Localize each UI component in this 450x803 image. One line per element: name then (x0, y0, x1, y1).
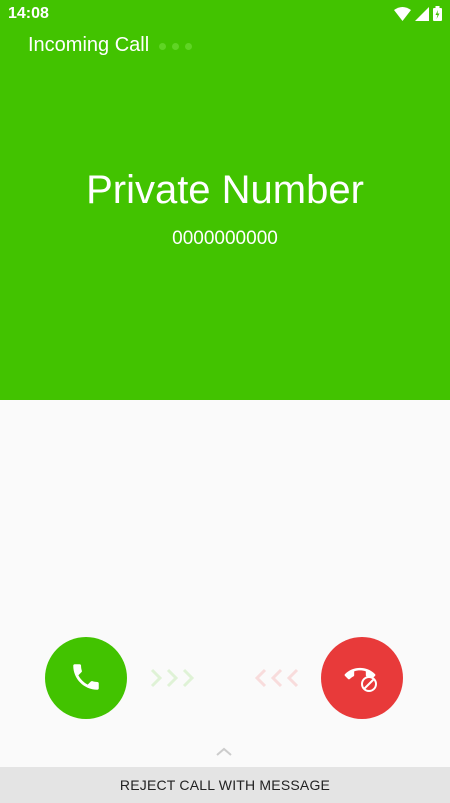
chevron-right-icon (166, 668, 179, 688)
chevron-left-icon (254, 668, 267, 688)
caller-number: 0000000000 (172, 228, 278, 249)
cell-signal-icon (415, 6, 429, 21)
status-time: 14:08 (8, 5, 49, 22)
chevron-right-icon (182, 668, 195, 688)
progress-dot (159, 43, 167, 50)
answer-swipe-hint (150, 665, 196, 691)
battery-icon (433, 6, 442, 21)
answer-button[interactable] (45, 637, 127, 719)
caller-name: Private Number (86, 168, 364, 212)
progress-dots (159, 43, 193, 50)
caret-up-icon (213, 744, 235, 762)
progress-dot (172, 43, 180, 50)
reject-with-message-button[interactable]: REJECT CALL WITH MESSAGE (0, 767, 450, 803)
wifi-icon (394, 6, 411, 21)
progress-dot (185, 43, 193, 50)
decline-button[interactable] (321, 637, 403, 719)
status-icons (394, 6, 442, 21)
status-bar: 14:08 (0, 0, 450, 28)
decline-swipe-hint (253, 665, 299, 691)
incoming-call-label: Incoming Call (28, 34, 150, 56)
hangup-blocked-icon (343, 658, 381, 699)
chevron-right-icon (150, 668, 163, 688)
chevron-left-icon (270, 668, 283, 688)
call-header: Incoming Call (28, 34, 193, 57)
caller-panel: 14:08 Incoming Call Private Number 00000… (0, 0, 450, 400)
phone-icon (69, 660, 103, 697)
chevron-left-icon (286, 668, 299, 688)
